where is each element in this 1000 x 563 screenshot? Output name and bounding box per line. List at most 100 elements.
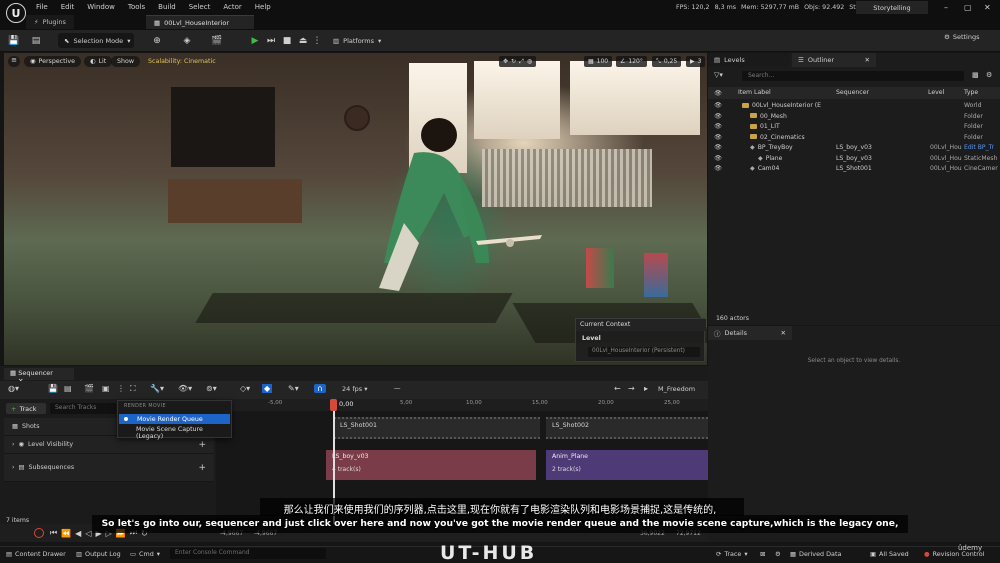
more-options-icon[interactable]: ⋮ xyxy=(310,34,324,48)
move-icon[interactable]: ✥ xyxy=(503,58,508,65)
play-reverse-icon[interactable]: ◁ xyxy=(85,529,91,538)
record-icon[interactable] xyxy=(34,528,44,538)
add-subsequence-icon[interactable]: + xyxy=(198,463,206,473)
outliner-row[interactable]: 👁 ◆ Cam04 LS_Shot001 00Lvl_Hou CineCamer xyxy=(708,164,1000,175)
forward-arrow-icon[interactable]: → xyxy=(628,384,635,393)
frame-rate-dropdown[interactable]: 24 fps ▾ xyxy=(342,385,367,393)
movie-render-queue-option[interactable]: Movie Render Queue xyxy=(119,414,230,424)
visibility-eye-icon[interactable]: 👁 xyxy=(714,102,722,109)
snap-magnet-icon[interactable]: ∩ xyxy=(314,384,326,393)
find-asset-icon[interactable]: ▤ xyxy=(64,384,72,393)
menu-tools[interactable]: Tools xyxy=(128,3,145,11)
playback-options-icon[interactable]: ⊚▾ xyxy=(206,384,217,393)
camera-speed[interactable]: ▶ 3 xyxy=(686,56,706,67)
close-icon[interactable]: ✕ xyxy=(781,329,786,337)
minimize-button[interactable]: – xyxy=(944,3,948,12)
transform-tools[interactable]: ✥ ↻ ⤢ ◍ xyxy=(499,56,537,67)
step-icon[interactable]: ⏭ xyxy=(264,34,278,48)
rotate-icon[interactable]: ↻ xyxy=(511,58,516,65)
notifications-icon[interactable]: ⊠ xyxy=(760,550,765,558)
output-log-button[interactable]: ▥ Output Log xyxy=(76,550,121,558)
grid-snap[interactable]: ▦ 100 xyxy=(584,56,613,67)
view-options-icon[interactable]: 👁▾ xyxy=(178,384,192,393)
movie-scene-capture-option[interactable]: Movie Scene Capture (Legacy) xyxy=(136,426,231,440)
outliner-row[interactable]: 👁 ◆ Plane LS_boy_v03 00Lvl_Hou StaticMesh xyxy=(708,154,1000,165)
visibility-eye-icon[interactable]: 👁 xyxy=(714,165,722,172)
actor-to-sequencer-icon[interactable]: ⛶ xyxy=(130,384,136,394)
prev-frame-icon[interactable]: ◀ xyxy=(75,529,81,538)
play-icon[interactable]: ▶ xyxy=(248,34,262,48)
level-viewport[interactable]: ≡ ◉ Perspective ◐ Lit Show Scalability: … xyxy=(4,53,707,365)
perspective-button[interactable]: ◉ Perspective xyxy=(24,56,81,67)
hamburger-menu-icon[interactable]: ≡ xyxy=(8,56,20,67)
playhead-handle[interactable] xyxy=(330,399,337,411)
unreal-logo-icon[interactable]: U xyxy=(6,3,26,23)
back-arrow-icon[interactable]: ← xyxy=(614,384,621,393)
outliner-row[interactable]: 👁 01_LIT Folder xyxy=(708,122,1000,133)
shot-clip[interactable]: LS_Shot002 xyxy=(546,417,708,439)
tab-level[interactable]: ▦ 00Lvl_HouseInterior xyxy=(146,15,254,29)
menu-help[interactable]: Help xyxy=(255,3,271,11)
col-level[interactable]: Level xyxy=(928,89,944,96)
trace-dropdown[interactable]: ⟳ Trace ▾ xyxy=(716,550,748,558)
expand-chevron-icon[interactable]: › xyxy=(12,441,15,448)
blueprint-icon[interactable]: ◈ xyxy=(180,34,194,48)
render-movie-icon[interactable]: 🎬 xyxy=(84,384,94,393)
console-input[interactable]: Enter Console Command xyxy=(170,548,326,559)
derived-data-button[interactable]: ▦ Derived Data xyxy=(790,550,841,558)
outliner-row[interactable]: 👁 ◆ BP_TreyBoy LS_boy_v03 00Lvl_Hou Edit BP_T… xyxy=(708,143,1000,154)
menu-window[interactable]: Window xyxy=(87,3,115,11)
add-actor-icon[interactable]: ⊕ xyxy=(150,34,164,48)
tab-details[interactable]: ⓘ Details ✕ xyxy=(708,326,792,340)
sequence-name[interactable]: M_Freedom xyxy=(658,385,695,393)
shot-clip[interactable]: LS_Shot001 xyxy=(334,417,540,439)
tools-icon[interactable]: 🔧▾ xyxy=(150,384,164,393)
selection-mode-dropdown[interactable]: ⬉ Selection Mode ▾ xyxy=(58,33,134,48)
camera-cuts-icon[interactable]: ▣ xyxy=(102,384,110,393)
track-search-input[interactable]: Search Tracks xyxy=(50,403,116,414)
tab-outliner[interactable]: ☰ Outliner ✕ xyxy=(792,53,876,67)
world-settings-icon[interactable]: ◍▾ xyxy=(8,384,19,393)
tab-sequencer[interactable]: ▦ Sequencer ✕ xyxy=(4,368,74,385)
subsequence-clip[interactable]: Anim_Plane 2 track(s) xyxy=(546,450,708,480)
outliner-search-input[interactable]: Search... xyxy=(742,71,964,81)
visibility-eye-icon[interactable]: 👁 xyxy=(714,113,722,120)
render-options-icon[interactable]: ⋮ xyxy=(117,384,125,393)
subsequence-clip[interactable]: LS_boy_v03 4 track(s) xyxy=(326,450,536,480)
scale-icon[interactable]: ⤢ xyxy=(519,58,524,66)
workspace-layout[interactable]: Storytelling xyxy=(856,1,928,14)
maximize-button[interactable]: ▢ xyxy=(964,3,972,12)
save-icon[interactable]: 💾 xyxy=(7,34,21,48)
rotation-snap[interactable]: ∠ 120° xyxy=(616,56,647,67)
curve-editor-icon[interactable]: ✎▾ xyxy=(288,384,299,393)
current-context-header[interactable]: Current Context xyxy=(576,319,706,331)
filter-icon[interactable]: ▽▾ xyxy=(714,71,723,79)
visibility-eye-icon[interactable]: 👁 xyxy=(714,144,722,151)
stop-icon[interactable]: ■ xyxy=(280,34,294,48)
tab-levels[interactable]: ▤ Levels xyxy=(708,53,790,67)
track-subsequences[interactable]: › ▤ Subsequences + xyxy=(4,454,214,482)
add-key-icon[interactable]: + xyxy=(198,440,206,450)
cmd-dropdown[interactable]: ▭ Cmd ▾ xyxy=(130,550,160,558)
content-browser-icon[interactable]: ▤ xyxy=(29,34,43,48)
eject-icon[interactable]: ⏏ xyxy=(296,34,310,48)
cinematics-icon[interactable]: 🎬 xyxy=(210,34,224,48)
prev-key-icon[interactable]: ⏪ xyxy=(61,529,71,538)
content-drawer-button[interactable]: ▤ Content Drawer xyxy=(6,550,66,558)
close-icon[interactable]: ✕ xyxy=(865,56,870,64)
auto-key-icon[interactable]: ◆ xyxy=(262,384,273,393)
tab-plugins[interactable]: ⚡ Plugins xyxy=(26,15,74,29)
visibility-eye-icon[interactable]: 👁 xyxy=(714,155,722,162)
menu-actor[interactable]: Actor xyxy=(223,3,241,11)
outliner-row[interactable]: 👁 00Lvl_HouseInterior (E World xyxy=(708,101,1000,112)
visibility-eye-icon[interactable]: 👁 xyxy=(714,134,722,141)
platforms-dropdown[interactable]: ▥ Platforms ▾ xyxy=(333,33,381,48)
context-level-value[interactable]: 00Lvl_HouseInterior (Persistent) xyxy=(588,347,700,357)
graph-icon[interactable]: ⏤ xyxy=(394,384,400,394)
all-saved-button[interactable]: ▣ All Saved xyxy=(870,550,909,558)
world-icon[interactable]: ◍ xyxy=(527,58,532,65)
menu-select[interactable]: Select xyxy=(189,3,211,11)
outliner-row[interactable]: 👁 02_Cinematics Folder xyxy=(708,133,1000,144)
add-track-button[interactable]: + Track xyxy=(6,403,46,414)
col-sequencer[interactable]: Sequencer xyxy=(836,89,869,96)
